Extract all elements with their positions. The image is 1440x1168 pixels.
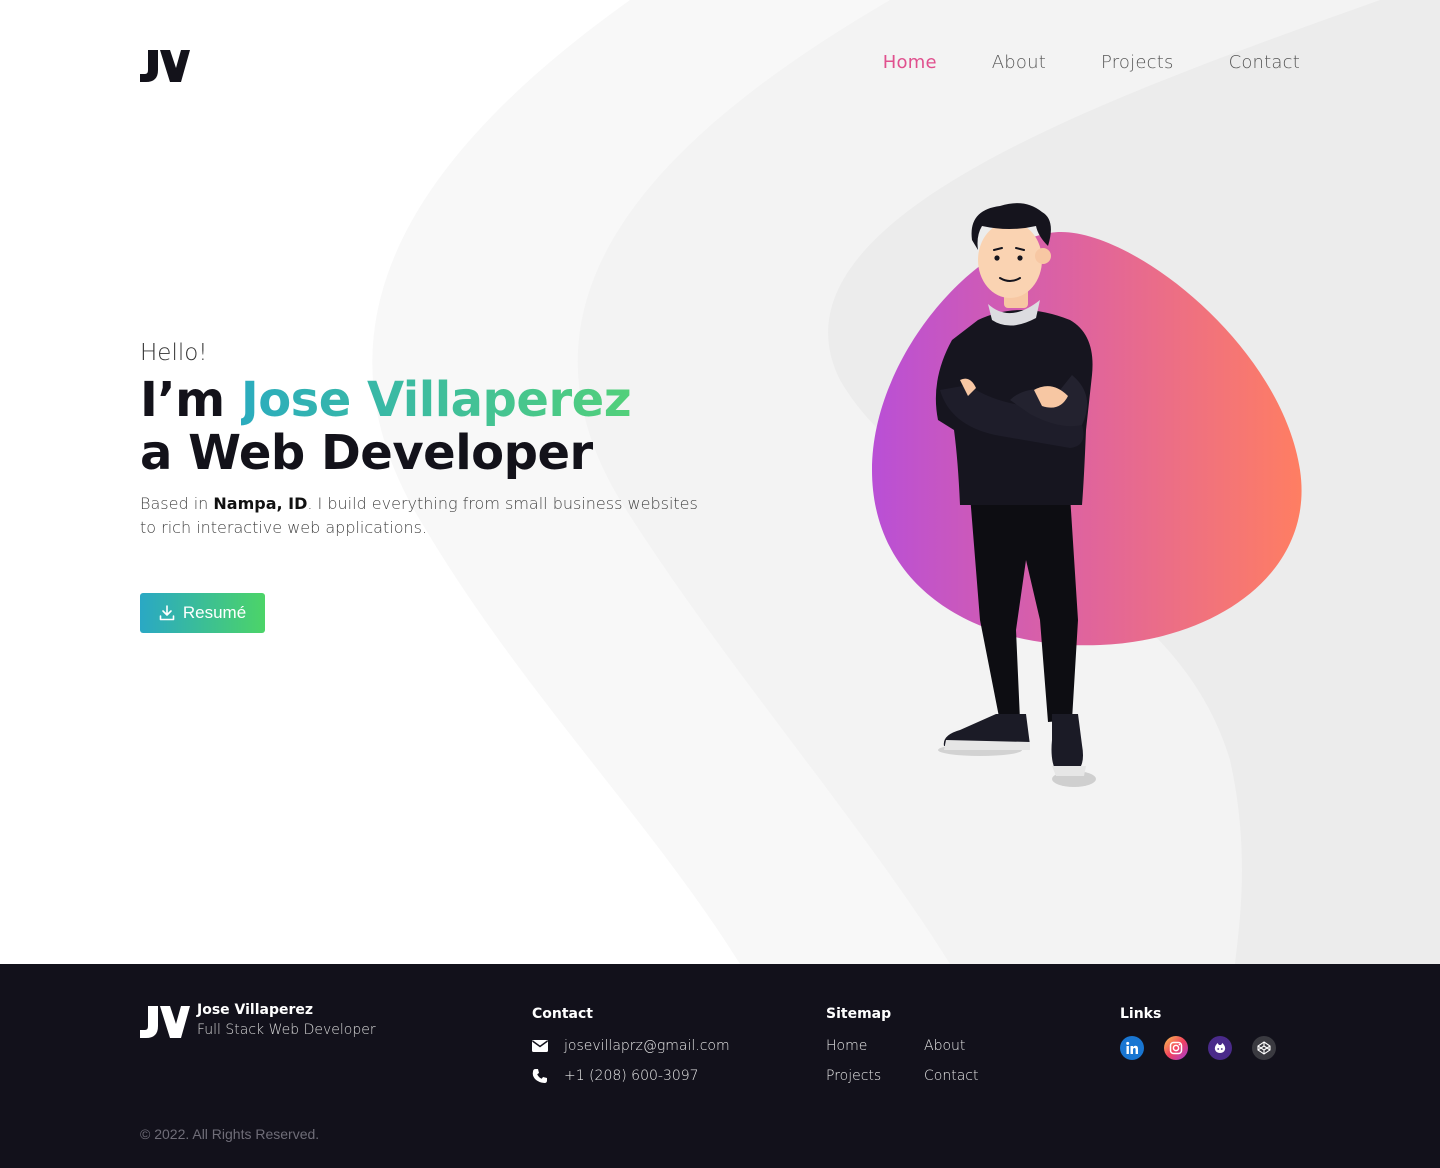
phone-icon — [532, 1069, 547, 1083]
nav-projects[interactable]: Projects — [1101, 52, 1174, 73]
desc-prefix: Based in — [140, 494, 214, 513]
resume-download-button[interactable]: Resumé — [140, 593, 265, 633]
footer-email[interactable]: josevillaprz@gmail.com — [564, 1038, 730, 1054]
main-nav: Home About Projects Contact — [883, 52, 1300, 73]
codepen-icon[interactable] — [1252, 1036, 1276, 1060]
download-icon — [159, 605, 175, 621]
footer-sitemap-heading: Sitemap — [826, 1006, 892, 1022]
headline-role: a Web Developer — [140, 425, 593, 481]
developer-illustration — [872, 203, 1302, 787]
footer-phone[interactable]: +1 (208) 600-3097 — [564, 1068, 699, 1084]
gradient-blob — [872, 232, 1302, 646]
footer-links-heading: Links — [1120, 1006, 1162, 1022]
sitemap-link-about[interactable]: About — [924, 1038, 965, 1054]
nav-about[interactable]: About — [992, 52, 1046, 73]
nav-home[interactable]: Home — [883, 52, 937, 73]
sitemap-link-projects[interactable]: Projects — [826, 1068, 881, 1084]
hero-section: Hello! I’m Jose Villaperez a Web Develop… — [140, 340, 700, 540]
footer-logo[interactable] — [140, 1006, 190, 1038]
footer-name: Jose Villaperez — [197, 1002, 314, 1018]
hero-greeting: Hello! — [140, 340, 208, 366]
footer-phone-row[interactable]: +1 (208) 600-3097 — [532, 1068, 699, 1084]
envelope-icon — [532, 1040, 548, 1052]
resume-label: Resumé — [182, 603, 247, 622]
github-icon[interactable] — [1208, 1036, 1232, 1060]
copyright: © 2022. All Rights Reserved. — [140, 1126, 320, 1142]
instagram-icon[interactable] — [1164, 1036, 1188, 1060]
nav-contact[interactable]: Contact — [1229, 52, 1300, 73]
footer: Jose Villaperez Full Stack Web Developer… — [0, 964, 1440, 1168]
linkedin-icon[interactable] — [1120, 1036, 1144, 1060]
footer-contact-heading: Contact — [532, 1006, 593, 1022]
hero-description: Based in Nampa, ID. I build everything f… — [140, 492, 700, 540]
logo[interactable] — [140, 50, 190, 82]
sitemap-link-home[interactable]: Home — [826, 1038, 867, 1054]
footer-email-row[interactable]: josevillaprz@gmail.com — [532, 1038, 730, 1054]
headline-prefix: I’m — [140, 372, 241, 428]
desc-location: Nampa, ID — [213, 494, 308, 513]
hero-headline: I’m Jose Villaperez a Web Developer — [140, 374, 700, 480]
sitemap-link-contact[interactable]: Contact — [924, 1068, 978, 1084]
headline-name: Jose Villaperez — [240, 372, 632, 428]
footer-role: Full Stack Web Developer — [197, 1022, 376, 1038]
